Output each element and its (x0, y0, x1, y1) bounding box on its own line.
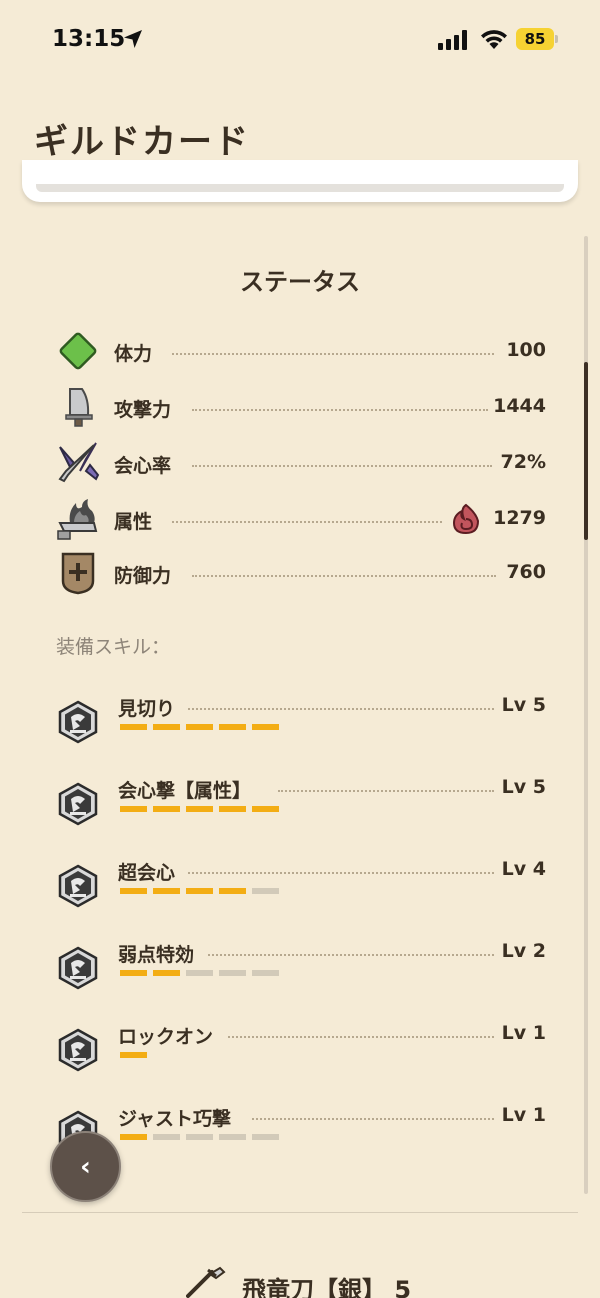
weapon-name: 飛竜刀【銀】 5 (242, 1276, 412, 1298)
wifi-icon (481, 30, 507, 49)
attack-icon (65, 388, 93, 427)
skill-row: 弱点特効 Lv 2 (56, 940, 546, 1000)
stat-label: 会心率 (114, 455, 172, 477)
status-section-title: ステータス (240, 268, 360, 296)
stat-row-defense: 防御力 760 (56, 551, 546, 595)
stat-row-affinity: 会心率 72% (56, 441, 546, 485)
skills-heading: 装備スキル： (56, 636, 171, 658)
skill-level: Lv 1 (501, 1022, 546, 1044)
skill-row: ロックオン Lv 1 (56, 1022, 546, 1082)
stat-label: 攻撃力 (114, 399, 172, 421)
skill-level: Lv 4 (501, 858, 546, 880)
clock: 13:15 (52, 26, 126, 52)
skill-level: Lv 5 (501, 694, 546, 716)
health-icon (59, 332, 97, 370)
stat-label: 属性 (114, 511, 153, 533)
profile-card-bottom (22, 160, 578, 202)
skill-name: 会心撃【属性】 (118, 780, 252, 802)
stat-value: 1444 (493, 395, 546, 417)
stat-value: 1279 (493, 507, 546, 529)
stat-row-attack: 攻撃力 1444 (56, 385, 546, 429)
stat-label: 体力 (114, 343, 153, 365)
skill-name: 弱点特効 (118, 944, 195, 966)
defense-icon (61, 552, 95, 595)
skill-badge-icon (58, 1028, 98, 1072)
affinity-icon (58, 442, 100, 483)
skill-level-bar (120, 888, 279, 894)
skill-badge-icon (58, 700, 98, 744)
stat-row-health: 体力 100 (56, 329, 546, 373)
cellular-signal-icon (438, 30, 467, 50)
skill-badge-icon (58, 782, 98, 826)
skill-row: 会心撃【属性】 Lv 5 (56, 776, 546, 836)
skill-level-bar (120, 970, 279, 976)
skill-name: ジャスト巧撃 (118, 1108, 232, 1130)
stat-value: 760 (506, 561, 546, 583)
battery-level: 85 (516, 28, 554, 50)
skill-level-bar (120, 1052, 147, 1058)
stat-row-element: 属性 1279 (56, 497, 546, 541)
page-title: ギルドカード (34, 122, 250, 162)
fire-element-icon (452, 503, 480, 535)
skill-row: ジャスト巧撃 Lv 1 (56, 1104, 546, 1164)
stat-value: 72% (500, 451, 546, 473)
stat-value: 100 (506, 339, 546, 361)
chevron-left-icon: ‹ (80, 1151, 91, 1182)
skill-name: 超会心 (118, 862, 176, 884)
skill-level-bar (120, 1134, 279, 1140)
skill-row: 見切り Lv 5 (56, 694, 546, 754)
status-bar: 13:15 85 (0, 0, 600, 80)
skill-level: Lv 2 (501, 940, 546, 962)
battery-icon: 85 (516, 28, 558, 50)
stat-label: 防御力 (114, 565, 172, 587)
skill-level: Lv 5 (501, 776, 546, 798)
skill-row: 超会心 Lv 4 (56, 858, 546, 918)
scrollbar-thumb[interactable] (584, 362, 588, 540)
skill-level-bar (120, 724, 279, 730)
location-arrow-icon (124, 30, 142, 48)
skill-level-bar (120, 806, 279, 812)
skill-level: Lv 1 (501, 1104, 546, 1126)
section-divider (22, 1212, 578, 1213)
skill-name: 見切り (118, 698, 176, 720)
skill-name: ロックオン (118, 1026, 214, 1048)
element-icon (57, 499, 98, 540)
skill-badge-icon (58, 864, 98, 908)
skill-badge-icon (58, 946, 98, 990)
long-sword-icon (186, 1266, 226, 1298)
back-button[interactable]: ‹ (50, 1131, 121, 1202)
